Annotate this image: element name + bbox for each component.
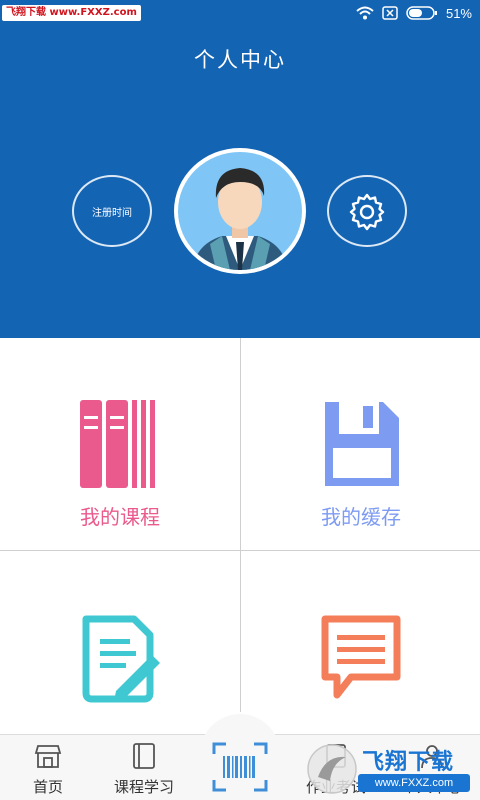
profile-header: 个人中心 注册时间	[0, 26, 480, 338]
my-courses-label: 我的课程	[80, 505, 160, 529]
settings-button[interactable]	[327, 175, 407, 247]
nav-course-study[interactable]: 课程学习	[96, 742, 192, 798]
status-icons: 51%	[356, 4, 472, 22]
messages-tile[interactable]	[241, 551, 480, 712]
my-courses-tile[interactable]: 我的课程	[0, 338, 240, 550]
gear-icon	[349, 193, 385, 231]
speech-bubble-icon	[321, 615, 401, 699]
function-grid: 我的课程 我的缓存	[0, 338, 480, 712]
homework-tile[interactable]	[0, 551, 240, 712]
nav-course-study-label: 课程学习	[113, 778, 174, 796]
nav-home[interactable]: 首页	[0, 742, 96, 798]
status-bar: 飞翔下载 www.FXXZ.com 51%	[0, 0, 480, 26]
page-title: 个人中心	[194, 48, 286, 72]
avatar[interactable]	[174, 148, 306, 274]
barcode-scan-icon	[212, 742, 268, 792]
wifi-icon	[356, 6, 374, 20]
document-pencil-icon	[82, 615, 160, 703]
store-icon	[34, 745, 62, 768]
nav-home-label: 首页	[32, 778, 63, 796]
my-cache-label: 我的缓存	[321, 505, 401, 529]
watermark-logo-icon	[307, 744, 357, 794]
user-avatar-icon	[192, 168, 288, 270]
book-icon	[133, 743, 155, 769]
register-time-button[interactable]: 注册时间	[72, 175, 152, 247]
no-sim-icon	[382, 6, 398, 20]
books-icon	[80, 400, 155, 488]
floppy-disk-icon	[325, 402, 399, 486]
battery-icon	[406, 6, 437, 20]
my-cache-tile[interactable]: 我的缓存	[241, 338, 480, 550]
battery-percent: 51%	[445, 5, 472, 21]
register-time-label: 注册时间	[92, 207, 132, 219]
watermark-bottom-right: 飞翔下载 www.FXXZ.com	[306, 740, 476, 798]
scan-button[interactable]	[212, 742, 268, 792]
watermark-top-left: 飞翔下载 www.FXXZ.com	[2, 5, 141, 21]
watermark-brand: 飞翔下载	[362, 750, 455, 775]
watermark-url: www.FXXZ.com	[358, 774, 470, 792]
